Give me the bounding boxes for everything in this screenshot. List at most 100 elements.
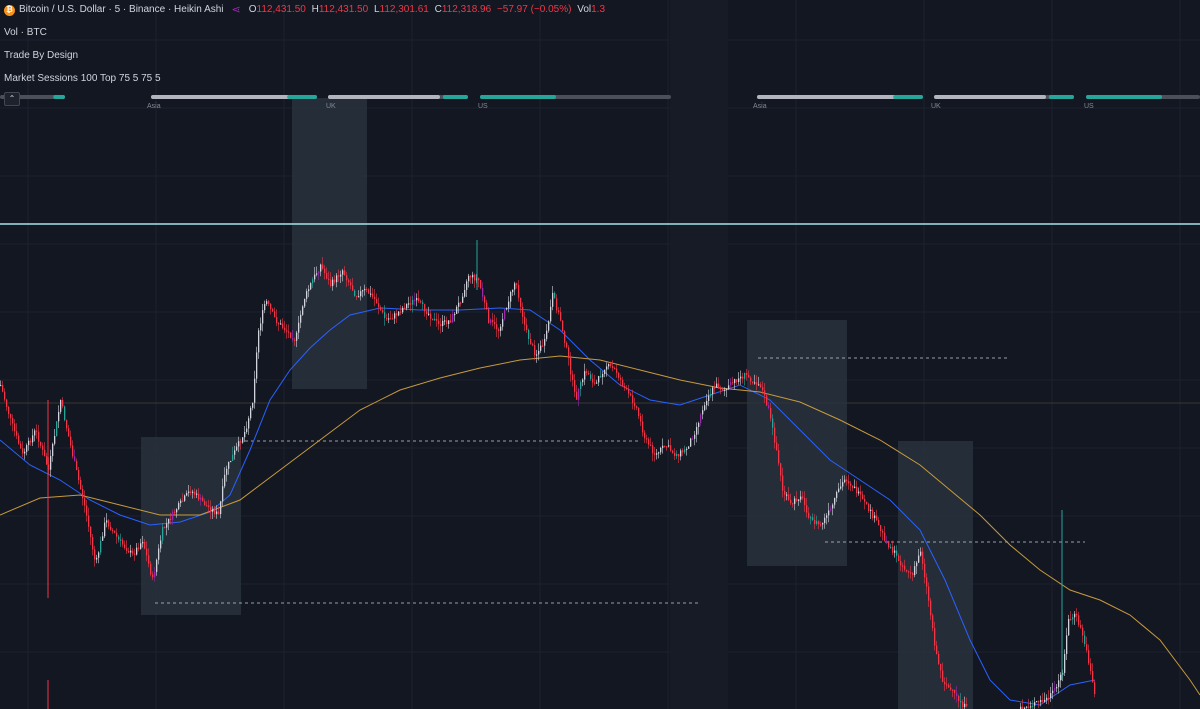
candle-body (576, 391, 578, 400)
candle-body (130, 550, 132, 553)
candle-body (1082, 627, 1084, 636)
candle-body (726, 388, 728, 391)
candle-body (24, 451, 26, 454)
candle-body (426, 311, 428, 315)
candle-body (632, 395, 634, 403)
candle-body (142, 541, 144, 544)
candle-body (584, 371, 586, 380)
candle-body (860, 491, 862, 495)
candle-body (160, 540, 162, 549)
collapse-indicators-button[interactable]: ⌃ (4, 92, 20, 106)
candle-body (158, 548, 160, 560)
candle-body (54, 435, 56, 444)
candle-body (108, 520, 110, 527)
indicator-volume[interactable]: Vol · BTC (4, 26, 608, 40)
candle-body (58, 411, 60, 422)
candle-body (302, 306, 304, 315)
candle-body (1076, 613, 1078, 616)
candle-body (764, 390, 766, 396)
candle-body (56, 421, 58, 436)
session-box (292, 98, 367, 389)
candle-body (468, 275, 470, 282)
candle-body (530, 338, 532, 345)
candle-body (572, 374, 574, 381)
candle-body (552, 292, 554, 307)
candle-body (20, 443, 22, 449)
candle-body (556, 298, 558, 311)
candle-body (324, 268, 326, 274)
candle-body (268, 301, 270, 304)
candle-body (672, 450, 674, 453)
candle-body (80, 480, 82, 490)
candle-body (944, 681, 946, 685)
candle-body (950, 687, 952, 690)
candle-body (782, 475, 784, 491)
candle-body (520, 297, 522, 307)
indicator-trade-by-design[interactable]: Trade By Design (4, 49, 608, 63)
candle-body (38, 431, 40, 442)
candle-body (838, 488, 840, 493)
indicator-market-sessions[interactable]: Market Sessions 100 Top 75 5 75 5 (4, 72, 608, 86)
candle-body (604, 369, 606, 374)
candle-body (840, 486, 842, 489)
candle-body (378, 303, 380, 308)
candle-body (116, 532, 118, 537)
candle-body (134, 553, 136, 555)
candle-body (276, 316, 278, 324)
candle-body (146, 548, 148, 556)
candle-body (714, 387, 716, 389)
symbol-title[interactable]: Bitcoin / U.S. Dollar · 5 · Binance · He… (19, 3, 224, 17)
candle-body (318, 271, 320, 274)
candle-body (452, 313, 454, 323)
candle-body (490, 319, 492, 323)
candle-body (136, 547, 138, 555)
candle-body (818, 521, 820, 525)
candle-body (906, 569, 908, 572)
candle-body (150, 563, 152, 575)
candle-body (424, 304, 426, 312)
candle-body (366, 288, 368, 291)
session-boxes (141, 98, 973, 709)
candle-body (8, 406, 10, 415)
symbol-row[interactable]: ₿ Bitcoin / U.S. Dollar · 5 · Binance · … (4, 3, 608, 17)
share-icon[interactable]: ⋖ (232, 3, 241, 17)
candle-body (240, 441, 242, 443)
candle-body (40, 441, 42, 446)
candle-body (936, 645, 938, 654)
candle-body (620, 377, 622, 380)
candle-body (478, 278, 480, 281)
candle-body (12, 418, 14, 424)
candle-body (734, 379, 736, 383)
candle-body (704, 405, 706, 411)
candle-body (94, 549, 96, 560)
candle-body (246, 428, 248, 433)
candle-body (1080, 624, 1082, 628)
candle-body (732, 382, 734, 384)
chart-legend: ₿ Bitcoin / U.S. Dollar · 5 · Binance · … (4, 3, 608, 106)
candle-body (846, 479, 848, 482)
candle-body (306, 291, 308, 299)
candle-body (1042, 700, 1044, 702)
change-value: −57.97 (−0.05%) (496, 4, 572, 15)
candle-body (448, 320, 450, 325)
candle-body (580, 382, 582, 390)
candle-body (908, 571, 910, 573)
candle-body (682, 450, 684, 453)
candle-body (252, 402, 254, 408)
candle-body (398, 311, 400, 316)
price-chart[interactable]: Asia UK US Asia UK US (0, 0, 1200, 709)
candle-body (358, 296, 360, 298)
candle-body (858, 491, 860, 494)
candle-body (22, 448, 24, 454)
candle-body (474, 274, 476, 281)
candle-body (42, 445, 44, 450)
session-bar-asia-2-accent (893, 95, 923, 99)
candle-body (1058, 680, 1060, 688)
session-box (898, 441, 973, 709)
candle-body (332, 279, 334, 287)
candle-body (676, 454, 678, 457)
candle-body (878, 520, 880, 526)
candle-body (834, 497, 836, 505)
candle-body (434, 318, 436, 321)
candle-body (608, 363, 610, 367)
